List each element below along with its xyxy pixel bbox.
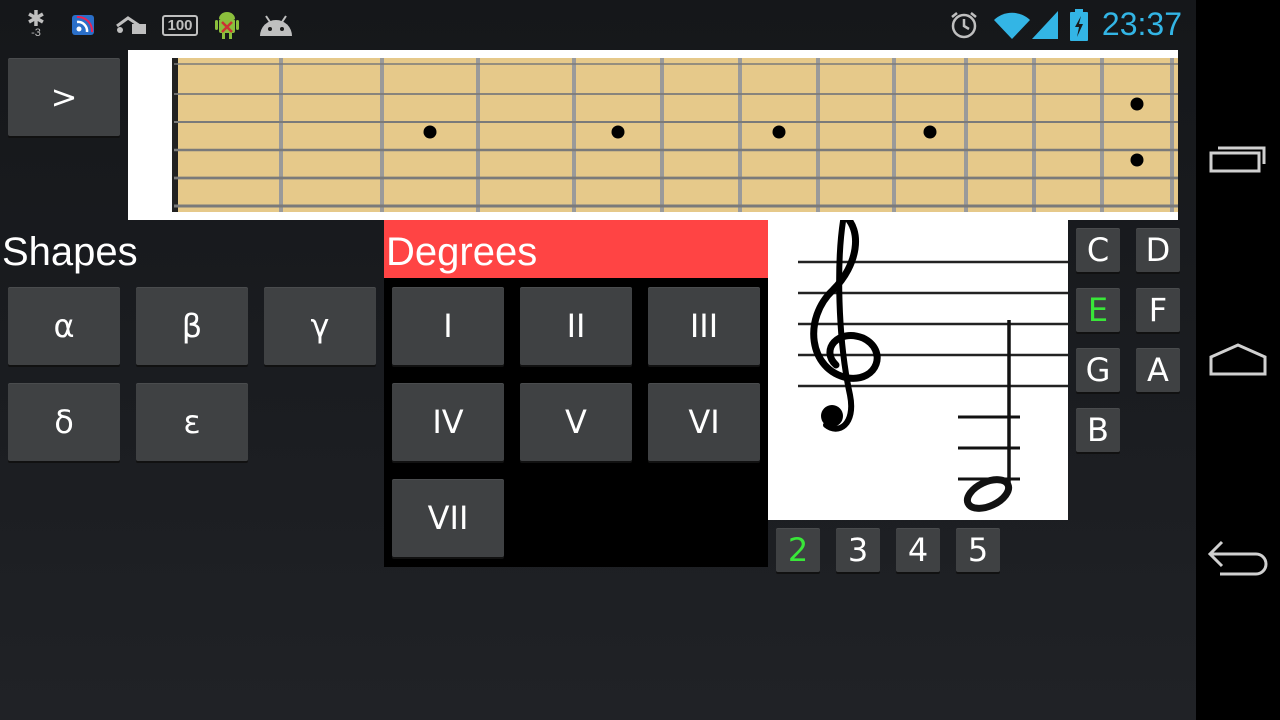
android-head-icon: [258, 10, 294, 40]
status-bar: ✱ -3 100 23:37: [0, 0, 1196, 50]
shapes-title: Shapes: [2, 230, 138, 274]
music-staff: [768, 220, 1068, 520]
note-e-button[interactable]: E: [1076, 288, 1120, 332]
fret-inlay-dot: [772, 125, 786, 139]
fret-wire: [279, 58, 283, 212]
degrees-title: Degrees: [384, 220, 768, 278]
battery-badge: 100: [162, 14, 198, 36]
octave-5-button[interactable]: 5: [956, 528, 1000, 572]
fret-wire: [816, 58, 820, 212]
note-e2: [958, 320, 1020, 512]
note-g-button[interactable]: G: [1076, 348, 1120, 392]
android-debug-icon: [212, 10, 242, 40]
shape-alpha-button[interactable]: α: [8, 287, 120, 365]
back-icon[interactable]: [1206, 528, 1270, 588]
degree-2-button[interactable]: II: [520, 287, 632, 365]
degree-4-button[interactable]: IV: [392, 383, 504, 461]
fret-wire: [660, 58, 664, 212]
degree-7-button[interactable]: VII: [392, 479, 504, 557]
note-a-button[interactable]: A: [1136, 348, 1180, 392]
degree-6-button[interactable]: VI: [648, 383, 760, 461]
fret-wire: [1100, 58, 1104, 212]
wifi-icon: [992, 10, 1032, 40]
shape-beta-button[interactable]: β: [136, 287, 248, 365]
toggle-button[interactable]: >: [8, 58, 120, 136]
home-icon[interactable]: [1206, 330, 1270, 390]
fret-inlay-dot: [923, 125, 937, 139]
fret-inlay-dot: [611, 125, 625, 139]
rss-icon: [70, 10, 98, 40]
fret-wire: [380, 58, 384, 212]
fretboard-graphic: [172, 58, 1178, 212]
fret-wire: [738, 58, 742, 212]
signal-label: -3: [31, 27, 41, 39]
note-d-button[interactable]: D: [1136, 228, 1180, 272]
fret-wire: [892, 58, 896, 212]
fret-inlay-dot: [1130, 153, 1144, 167]
degrees-panel: Degrees I II III IV V VI VII: [384, 220, 768, 567]
fret-wire: [1032, 58, 1036, 212]
battery-100-icon: 100: [162, 10, 198, 40]
shape-gamma-button[interactable]: γ: [264, 287, 376, 365]
fretboard[interactable]: [128, 50, 1178, 220]
fret-wire: [476, 58, 480, 212]
fret-wire: [572, 58, 576, 212]
navigation-bar: [1196, 0, 1280, 720]
note-f-button[interactable]: F: [1136, 288, 1180, 332]
octave-4-button[interactable]: 4: [896, 528, 940, 572]
bluetooth-icon: ✱ -3: [26, 6, 46, 40]
octave-3-button[interactable]: 3: [836, 528, 880, 572]
degree-3-button[interactable]: III: [648, 287, 760, 365]
usb-icon: [114, 10, 148, 40]
degree-5-button[interactable]: V: [520, 383, 632, 461]
clock: 23:37: [1101, 6, 1182, 42]
fret-inlay-dot: [1130, 97, 1144, 111]
octave-2-button[interactable]: 2: [776, 528, 820, 572]
battery-charging-icon: [1068, 9, 1090, 41]
cell-signal-icon: [1030, 10, 1060, 40]
fret-wire: [1170, 58, 1174, 212]
shape-delta-button[interactable]: δ: [8, 383, 120, 461]
shape-epsilon-button[interactable]: ε: [136, 383, 248, 461]
fret-wire: [964, 58, 968, 212]
fret-inlay-dot: [423, 125, 437, 139]
degree-1-button[interactable]: I: [392, 287, 504, 365]
alarm-icon: [948, 10, 980, 40]
note-c-button[interactable]: C: [1076, 228, 1120, 272]
recent-apps-icon[interactable]: [1206, 128, 1270, 188]
note-b-button[interactable]: B: [1076, 408, 1120, 452]
